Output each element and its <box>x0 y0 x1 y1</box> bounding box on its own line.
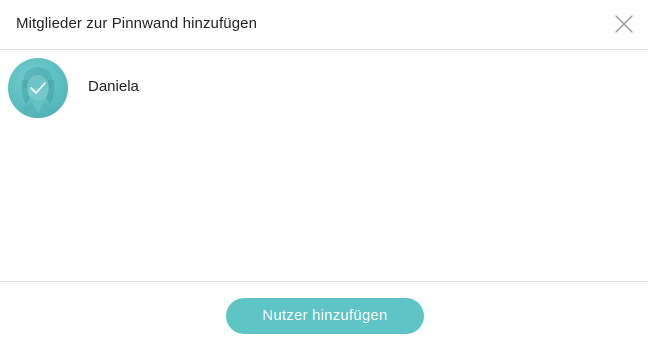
dialog-title: Mitglieder zur Pinnwand hinzufügen <box>16 15 258 32</box>
avatar[interactable] <box>8 58 68 118</box>
checkmark-icon <box>30 82 46 94</box>
add-users-button[interactable]: Nutzer hinzufügen <box>226 298 424 334</box>
member-list: Daniela <box>0 50 648 281</box>
member-name: Daniela <box>88 78 139 95</box>
close-icon <box>615 15 633 33</box>
member-row-daniela[interactable]: Daniela <box>0 50 648 126</box>
dialog-header: Mitglieder zur Pinnwand hinzufügen <box>0 0 648 50</box>
footer-divider <box>0 281 648 282</box>
add-members-dialog: Mitglieder zur Pinnwand hinzufügen Danie… <box>0 0 648 350</box>
close-button[interactable] <box>614 14 634 34</box>
